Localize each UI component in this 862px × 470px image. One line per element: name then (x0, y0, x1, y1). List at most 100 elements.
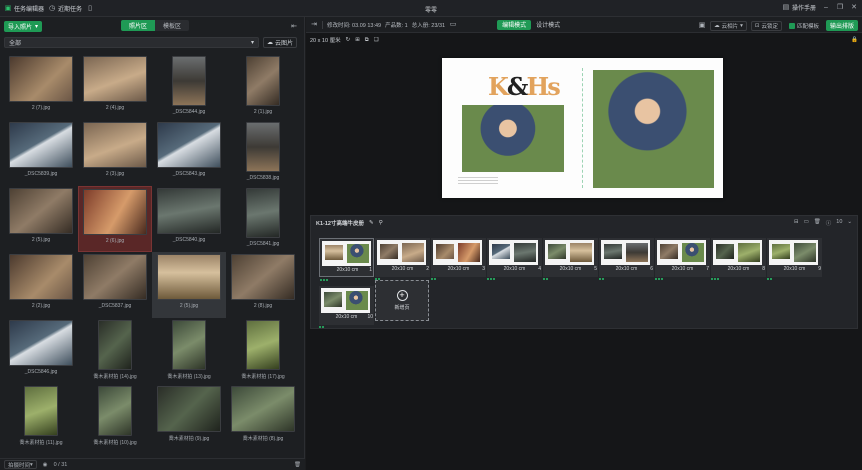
photo-item[interactable]: _DSC5838.jpg (226, 120, 300, 186)
photo-item[interactable]: _DSC5843.jpg (152, 120, 226, 186)
photo-item[interactable]: 2 (3).jpg (78, 120, 152, 186)
photo-thumbnail (157, 386, 221, 432)
tab-templates[interactable]: 模板区 (155, 20, 190, 31)
page-thumbnail[interactable]: 20x10 cm 6 (599, 238, 654, 280)
match-template-toggle[interactable]: 匹配模板 (786, 21, 822, 31)
folder-icon[interactable]: ▭ (804, 219, 809, 227)
add-page-button[interactable]: + 新增页 (375, 280, 429, 321)
left-page-photo[interactable] (462, 105, 564, 172)
photo-item[interactable]: 喬木素材拍 (9).jpg (152, 384, 226, 450)
page-preview (601, 240, 650, 265)
photo-item[interactable]: 喬木素材拍 (14).jpg (78, 318, 152, 384)
photo-item[interactable]: 2 (5).jpg (4, 186, 78, 252)
photo-item[interactable]: 喬木素材拍 (13).jpg (152, 318, 226, 384)
task-editor-tab[interactable]: ▣ 任务编辑器 (4, 4, 44, 13)
photo-item[interactable]: 2 (1).jpg (226, 54, 300, 120)
album-title: K1-12寸高端牛皮册 (316, 221, 364, 227)
edit-mode-button[interactable]: 编辑模式 (497, 19, 532, 30)
trash-icon[interactable]: 🗑 (814, 219, 821, 227)
photo-item[interactable]: 喬木素材拍 (11).jpg (4, 384, 78, 450)
edit-icon[interactable]: ✎ (369, 220, 374, 226)
photo-item[interactable]: 2 (6).jpg (78, 186, 152, 252)
photo-filename: 喬木素材拍 (14).jpg (93, 374, 137, 380)
task-editor-label: 任务编辑器 (14, 6, 45, 13)
visibility-icon[interactable]: ◉ (43, 462, 48, 468)
document-icon[interactable]: ▯ (86, 4, 94, 12)
page-preview (433, 240, 482, 265)
export-layout-button[interactable]: 输出排版 (825, 20, 858, 31)
recent-tasks-tab[interactable]: ◷ 近期任务 (48, 4, 82, 13)
cloud-album-button[interactable]: ☁ 云相片 ▾ (710, 20, 747, 31)
page-status-dots (487, 278, 495, 280)
collapse-icon[interactable]: ⇤ (290, 22, 298, 30)
cloud-lock-button[interactable]: ⊡ 云锁定 (750, 20, 782, 31)
page-photo (380, 244, 398, 259)
page-number: 8 (762, 266, 765, 272)
expand-icon[interactable]: ⇥ (310, 21, 318, 29)
info-icon[interactable]: ⓘ (826, 219, 832, 227)
photo-panel: 导入照片 ▾ 照片区 模板区 ⇤ 全部 ▾ ☁ 云图片 2 (7).jpg 2 (… (0, 17, 305, 470)
photo-item[interactable]: _DSC5846.jpg (4, 318, 78, 384)
page-thumbnail[interactable]: 20x10 cm 4 (487, 238, 542, 280)
grid-icon[interactable]: ⊞ (355, 37, 360, 43)
cloud-photos-button[interactable]: ☁ 云图片 (263, 36, 298, 48)
page-thumbnail[interactable]: 20x10 cm 3 (431, 238, 486, 280)
photo-item[interactable]: 2 (2).jpg (4, 252, 78, 318)
photo-item[interactable]: 喬木素材拍 (8).jpg (226, 384, 300, 450)
photo-item[interactable]: _DSC5839.jpg (4, 120, 78, 186)
photo-item[interactable]: 喬木素材拍 (10).jpg (78, 384, 152, 450)
import-photos-label: 导入照片 (8, 24, 33, 31)
screen-icon[interactable]: ▣ (698, 22, 706, 30)
photo-item[interactable]: 2 (5).jpg (152, 252, 226, 318)
page-thumbnail[interactable]: 20x10 cm 7 (655, 238, 710, 280)
copy-icon[interactable]: ❏ (374, 37, 379, 43)
layers-icon[interactable]: ⧉ (365, 37, 369, 44)
page-thumbnail[interactable]: 20x10 cm 5 (543, 238, 598, 280)
minimize-icon[interactable]: – (822, 4, 830, 12)
photo-item[interactable]: 2 (4).jpg (78, 54, 152, 120)
design-mode-button[interactable]: 设计模式 (531, 20, 565, 30)
page-photo (682, 243, 704, 262)
status-dot (320, 279, 322, 281)
album-filter-select[interactable]: 全部 ▾ (4, 36, 259, 48)
photo-thumbnail (24, 386, 58, 436)
status-dot (487, 278, 489, 280)
editor-panel: ⇥ 修改时间: 03.09 13:49 产品数: 1 总入册: 23/31 ▭ … (306, 17, 862, 470)
right-page-photo[interactable] (593, 70, 714, 188)
page-photo (716, 244, 734, 259)
photo-thumbnail (157, 122, 221, 168)
manual-button[interactable]: ▤ 操作手册 (782, 3, 816, 12)
restore-icon[interactable]: ❐ (836, 4, 844, 12)
close-icon[interactable]: ✕ (850, 4, 858, 12)
photo-item[interactable]: 喬木素材拍 (17).jpg (226, 318, 300, 384)
trash-icon[interactable]: 🗑 (294, 462, 301, 468)
photo-filename: 喬木素材拍 (8).jpg (242, 436, 284, 442)
sort-select[interactable]: 拍摄时间 ▾ (4, 460, 37, 469)
chevron-down-icon: ▾ (30, 461, 33, 468)
page-thumbnail[interactable]: 20x10 cm 8 (711, 238, 766, 280)
tab-photos[interactable]: 照片区 (121, 20, 156, 31)
chevron-down-icon[interactable]: ⌄ (847, 219, 852, 227)
import-photos-button[interactable]: 导入照片 ▾ (4, 20, 43, 32)
spread-preview[interactable]: K&Hs (442, 58, 723, 198)
photo-item[interactable]: _DSC5844.jpg (152, 54, 226, 120)
photo-thumbnail (231, 386, 295, 432)
page-thumbnail[interactable]: 20x10 cm 9 (767, 238, 822, 280)
photo-item[interactable]: _DSC5837.jpg (78, 252, 152, 318)
link-icon[interactable]: ⚲ (379, 220, 383, 226)
page-thumbnail[interactable]: 20x10 cm 2 (375, 238, 430, 280)
page-thumbnail[interactable]: 20x10 cm 1 (319, 238, 374, 281)
rotate-icon[interactable]: ↻ (346, 37, 351, 43)
save-icon[interactable]: ⊟ (794, 219, 799, 227)
status-dot (543, 278, 545, 280)
photo-item[interactable]: 2 (7).jpg (4, 54, 78, 120)
photo-item[interactable]: 2 (8).jpg (226, 252, 300, 318)
editor-toolbar: ⇥ 修改时间: 03.09 13:49 产品数: 1 总入册: 23/31 ▭ … (306, 17, 862, 33)
page-number: 1 (369, 267, 372, 273)
photo-item[interactable]: _DSC5841.jpg (226, 186, 300, 252)
page-status-dots (655, 278, 663, 280)
lock-icon[interactable]: 🔒 (851, 37, 858, 43)
photo-item[interactable]: _DSC5840.jpg (152, 186, 226, 252)
preview-icon[interactable]: ▭ (449, 21, 457, 29)
page-thumbnail[interactable]: 20x10 cm 10 (319, 286, 374, 328)
